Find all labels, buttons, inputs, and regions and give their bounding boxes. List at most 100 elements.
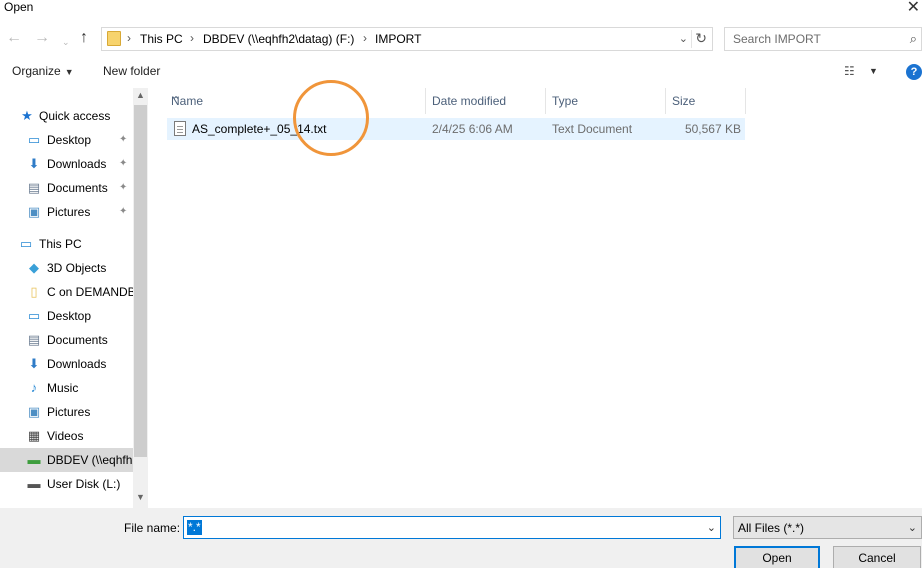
column-label: Date modified: [432, 94, 507, 108]
search-input[interactable]: [725, 28, 899, 50]
chevron-down-icon[interactable]: ⌄: [707, 521, 716, 534]
up-arrow-icon[interactable]: ↑: [80, 30, 88, 46]
sidebar-item-music[interactable]: ♪ Music: [0, 376, 133, 400]
file-name-value: *.*: [187, 520, 202, 535]
caret-down-icon[interactable]: ▼: [869, 66, 878, 76]
sidebar-item-pictures-pc[interactable]: ▣ Pictures: [0, 400, 133, 424]
sidebar-item-label: 3D Objects: [47, 261, 107, 275]
sidebar-item-label: DBDEV (\\eqhfh2: [47, 453, 133, 467]
click-highlight-ring: [293, 80, 369, 156]
search-icon[interactable]: ⌕: [910, 31, 917, 47]
sidebar-scrollbar[interactable]: ▲ ▼: [133, 88, 148, 508]
sidebar-item-label: Downloads: [47, 157, 107, 171]
text-file-icon: [174, 121, 186, 136]
download-icon: ⬇: [28, 156, 40, 171]
computer-icon: ▭: [19, 236, 33, 251]
chevron-down-icon[interactable]: ⌄: [679, 32, 688, 45]
refresh-icon[interactable]: ↻: [695, 30, 707, 47]
chevron-right-icon[interactable]: ›: [127, 31, 131, 45]
desktop-icon: ▭: [27, 132, 41, 147]
sidebar-item-label: Videos: [47, 429, 84, 443]
pin-icon[interactable]: ✦: [119, 206, 127, 217]
sidebar-item-documents-pc[interactable]: ▤ Documents: [0, 328, 133, 352]
pin-icon[interactable]: ✦: [119, 182, 127, 193]
sidebar-item-desktop-pc[interactable]: ▭ Desktop: [0, 304, 133, 328]
caret-down-icon: ▼: [64, 67, 74, 77]
help-icon[interactable]: ?: [906, 64, 922, 80]
sidebar-item-quick-access[interactable]: ★ Quick access: [0, 104, 133, 128]
sidebar-item-documents[interactable]: ▤ Documents ✦: [0, 176, 133, 200]
column-header-size[interactable]: Size: [666, 88, 746, 114]
file-size: 50,567 KB: [684, 122, 741, 136]
file-name-label: File name:: [124, 521, 181, 535]
address-bar[interactable]: › This PC › DBDEV (\\eqhfh2\datag) (F:) …: [101, 27, 713, 51]
sidebar-item-this-pc[interactable]: ▭ This PC: [0, 232, 133, 256]
folder-icon: [107, 31, 121, 46]
back-arrow-icon[interactable]: ←: [6, 30, 22, 46]
file-type-select[interactable]: All Files (*.*) ⌄: [733, 516, 922, 539]
organize-label: Organize: [12, 64, 61, 78]
recent-locations-chevron-icon[interactable]: ⌄: [62, 34, 70, 50]
sidebar-item-label: Downloads: [47, 357, 107, 371]
pin-icon[interactable]: ✦: [119, 134, 127, 145]
sidebar-item-c-on-demandb[interactable]: ▯ C on DEMANDB: [0, 280, 133, 304]
breadcrumb-import[interactable]: IMPORT: [375, 32, 421, 46]
navigation-bar: ← → ⌄ ↑ › This PC › DBDEV (\\eqhfh2\data…: [0, 22, 922, 56]
footer-bar: File name: *.* ⌄ All Files (*.*) ⌄ Open …: [0, 508, 922, 568]
sidebar-item-label: Desktop: [47, 133, 92, 147]
sidebar-item-label: C on DEMANDB: [47, 285, 133, 299]
file-row[interactable]: AS_complete+_05_14.txt 2/4/25 6:06 AM Te…: [167, 118, 745, 140]
column-label: Type: [552, 94, 579, 108]
scrollbar-thumb[interactable]: [134, 105, 147, 457]
breadcrumb-drive[interactable]: DBDEV (\\eqhfh2\datag) (F:): [203, 32, 354, 46]
sidebar-item-pictures[interactable]: ▣ Pictures ✦: [0, 200, 133, 224]
sidebar-item-label: User Disk (L:): [47, 477, 121, 491]
chevron-down-icon[interactable]: ⌄: [908, 521, 917, 534]
window-title: Open: [4, 0, 34, 14]
scroll-up-icon[interactable]: ▲: [136, 90, 145, 100]
sidebar-item-desktop[interactable]: ▭ Desktop ✦: [0, 128, 133, 152]
scroll-down-icon[interactable]: ▼: [136, 492, 145, 502]
sidebar-item-videos[interactable]: ▦ Videos: [0, 424, 133, 448]
file-name-input[interactable]: *.* ⌄: [183, 516, 721, 539]
pictures-icon: ▣: [27, 404, 41, 419]
column-label: Size: [672, 94, 696, 108]
download-icon: ⬇: [28, 356, 40, 371]
sidebar-item-dbdev[interactable]: ▬ DBDEV (\\eqhfh2: [0, 448, 133, 472]
file-type: Text Document: [552, 122, 633, 136]
forward-arrow-icon[interactable]: →: [34, 30, 50, 46]
column-header-type[interactable]: Type: [546, 88, 666, 114]
view-options-icon[interactable]: ☷: [844, 64, 855, 78]
new-folder-button[interactable]: New folder: [103, 64, 160, 78]
documents-icon: ▤: [27, 332, 41, 347]
pictures-icon: ▣: [27, 204, 41, 219]
pin-icon[interactable]: ✦: [119, 158, 127, 169]
chevron-right-icon[interactable]: ›: [363, 31, 367, 45]
breadcrumb-this-pc[interactable]: This PC: [140, 32, 183, 46]
sort-ascending-icon: ⌃: [171, 94, 182, 108]
sidebar-item-label: Documents: [47, 181, 108, 195]
sidebar-item-label: Documents: [47, 333, 108, 347]
navigation-pane: ★ Quick access ▭ Desktop ✦ ⬇ Downloads ✦…: [0, 88, 148, 508]
sidebar-item-label: Music: [47, 381, 79, 395]
sidebar-item-downloads-pc[interactable]: ⬇ Downloads: [0, 352, 133, 376]
sidebar-item-label: This PC: [39, 237, 82, 251]
sidebar-item-label: Quick access: [39, 109, 111, 123]
chevron-right-icon[interactable]: ›: [190, 31, 194, 45]
sidebar-item-user-disk[interactable]: ▬ User Disk (L:): [0, 472, 133, 496]
video-icon: ▦: [27, 428, 41, 443]
documents-icon: ▤: [27, 180, 41, 195]
open-button[interactable]: Open: [734, 546, 820, 568]
desktop-icon: ▭: [27, 308, 41, 323]
title-bar: Open ✕: [0, 0, 922, 22]
sidebar-item-3d-objects[interactable]: ◆ 3D Objects: [0, 256, 133, 280]
column-header-date-modified[interactable]: Date modified: [426, 88, 546, 114]
cube-icon: ◆: [29, 260, 39, 275]
command-toolbar: Organize ▼ New folder ☷ ▼ ?: [0, 58, 922, 86]
sidebar-item-downloads[interactable]: ⬇ Downloads ✦: [0, 152, 133, 176]
cancel-button[interactable]: Cancel: [833, 546, 921, 568]
music-icon: ♪: [30, 380, 38, 395]
organize-button[interactable]: Organize ▼: [12, 64, 74, 78]
close-icon[interactable]: ✕: [907, 0, 920, 17]
divider: [691, 30, 692, 48]
